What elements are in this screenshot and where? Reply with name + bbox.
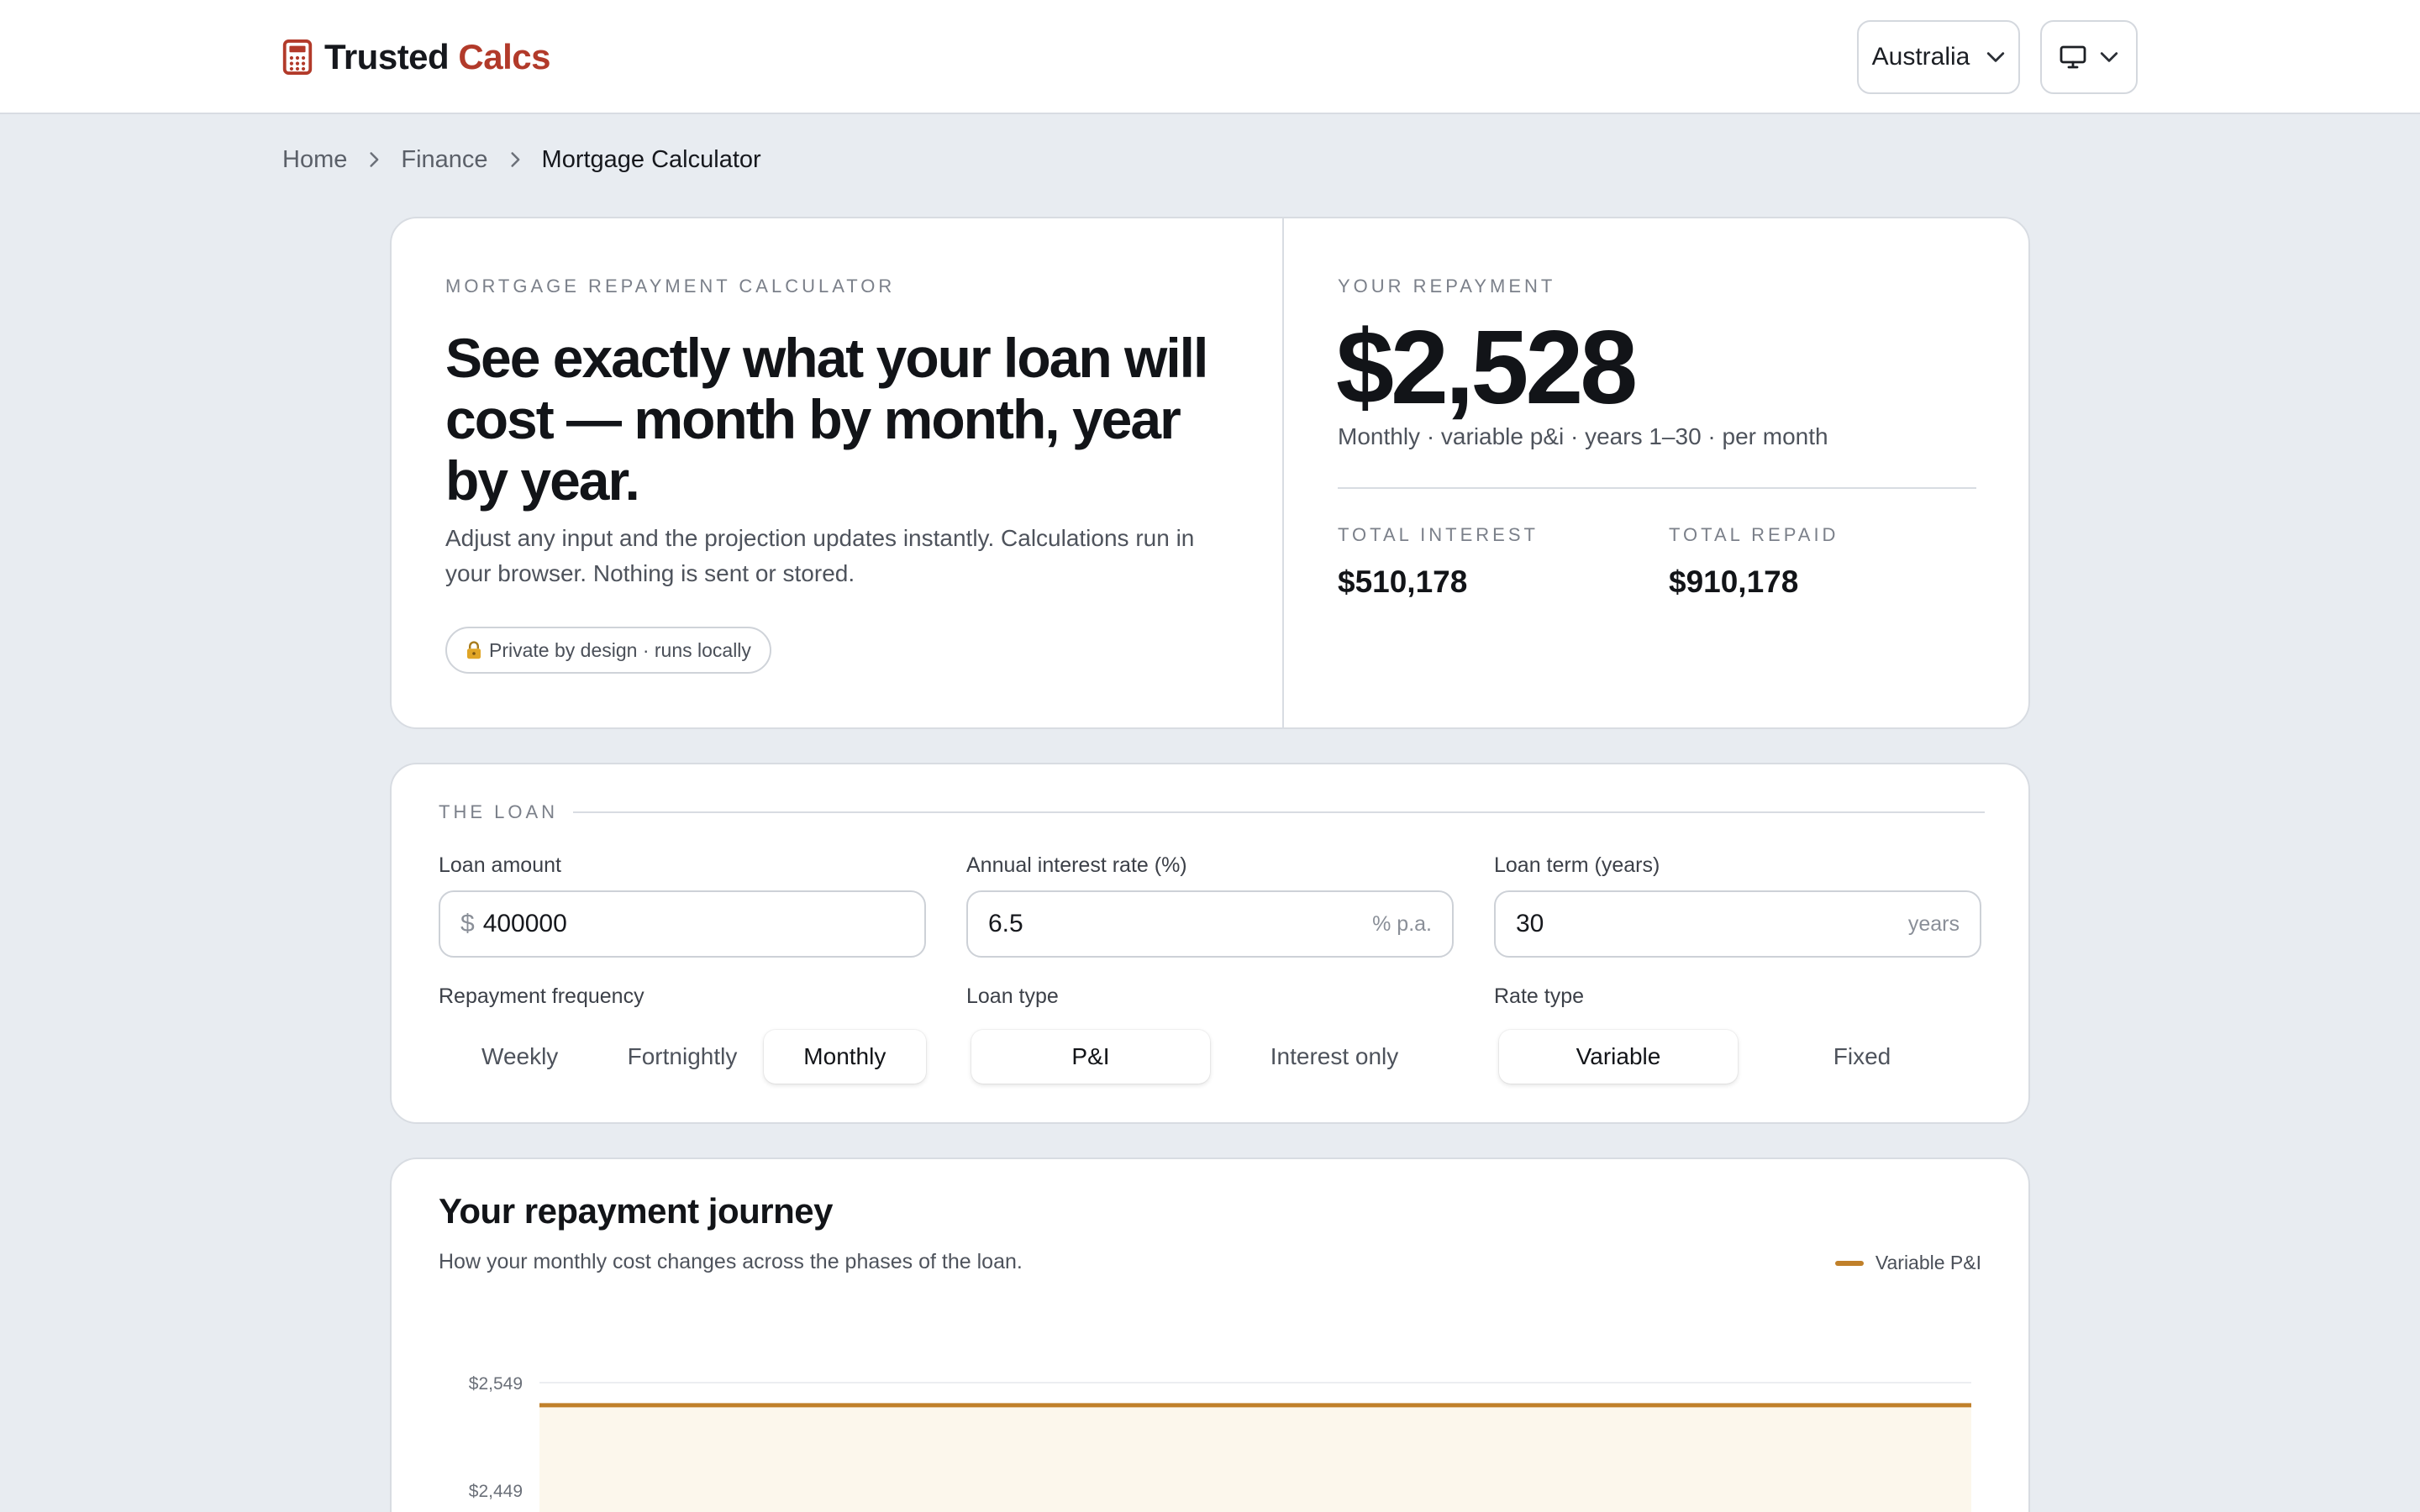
frequency-toggle: Weekly Fortnightly Monthly xyxy=(439,1028,926,1085)
total-repaid-stat: TOTAL REPAID $910,178 xyxy=(1669,524,1839,600)
loan-term-label: Loan term (years) xyxy=(1494,853,1660,877)
repayment-summary: YOUR REPAYMENT $2,528 Monthly · variable… xyxy=(1284,218,2030,727)
legend-label: Variable P&I xyxy=(1875,1252,1981,1273)
privacy-badge-text: Private by design · runs locally xyxy=(489,638,751,661)
monitor-icon xyxy=(2060,45,2086,69)
loan-type-label: Loan type xyxy=(966,984,1059,1008)
total-interest-value: $510,178 xyxy=(1338,564,1468,599)
repayment-journey-card: Your repayment journey How your monthly … xyxy=(390,1158,2030,1512)
hero-description: Adjust any input and the projection upda… xyxy=(445,525,1195,586)
hero-eyebrow: MORTGAGE REPAYMENT CALCULATOR xyxy=(445,276,896,297)
breadcrumb-current: Mortgage Calculator xyxy=(541,145,761,173)
total-repaid-value: $910,178 xyxy=(1669,564,1799,599)
page-title: See exactly what your loan will cost — m… xyxy=(445,327,1208,512)
total-interest-stat: TOTAL INTEREST $510,178 xyxy=(1338,524,1539,600)
repayment-amount: $2,528 xyxy=(1336,310,1638,426)
repayment-eyebrow: YOUR REPAYMENT xyxy=(1338,276,1556,297)
loan-type-option-interest-only[interactable]: Interest only xyxy=(1215,1030,1454,1084)
frequency-label: Repayment frequency xyxy=(439,984,644,1008)
country-select[interactable]: Australia xyxy=(1857,20,2020,94)
breadcrumb: Home Finance Mortgage Calculator xyxy=(282,144,761,175)
frequency-option-fortnightly[interactable]: Fortnightly xyxy=(601,1030,763,1084)
loan-amount-label: Loan amount xyxy=(439,853,561,877)
total-interest-label: TOTAL INTEREST xyxy=(1338,524,1539,545)
breadcrumb-home-link[interactable]: Home xyxy=(282,146,347,174)
chevron-right-icon xyxy=(510,152,519,167)
chevron-down-icon xyxy=(2100,52,2118,62)
interest-rate-input[interactable]: 6.5 % p.a. xyxy=(966,890,1454,958)
series-area xyxy=(539,1404,1971,1512)
chevron-down-icon xyxy=(1987,52,2005,62)
loan-inputs-card: THE LOAN Loan amount $ 400000 Annual int… xyxy=(390,763,2030,1124)
journey-subtitle: How your monthly cost changes across the… xyxy=(439,1250,1023,1273)
loan-term-value[interactable]: 30 xyxy=(1516,910,1908,938)
chart-legend: Variable P&I xyxy=(1834,1252,1981,1274)
loan-type-option-pi[interactable]: P&I xyxy=(971,1030,1210,1084)
rate-type-toggle: Variable Fixed xyxy=(1494,1028,1981,1085)
hero-intro: MORTGAGE REPAYMENT CALCULATOR See exactl… xyxy=(392,218,1284,727)
rate-type-option-fixed[interactable]: Fixed xyxy=(1743,1030,1981,1084)
frequency-option-monthly[interactable]: Monthly xyxy=(763,1030,926,1084)
y-tick-label: $2,449 xyxy=(469,1482,523,1501)
rate-type-label: Rate type xyxy=(1494,984,1585,1008)
loan-term-input[interactable]: 30 years xyxy=(1494,890,1981,958)
term-suffix: years xyxy=(1907,911,1960,936)
summary-divider xyxy=(1338,487,1976,489)
y-tick-label: $2,549 xyxy=(469,1374,523,1394)
interest-rate-label: Annual interest rate (%) xyxy=(966,853,1187,877)
country-label: Australia xyxy=(1871,43,1970,71)
breadcrumb-finance-link[interactable]: Finance xyxy=(401,146,487,174)
privacy-badge: Private by design · runs locally xyxy=(445,627,771,674)
hero-card: MORTGAGE REPAYMENT CALCULATOR See exactl… xyxy=(390,217,2030,729)
calculator-icon xyxy=(282,39,313,75)
legend-swatch xyxy=(1834,1260,1864,1266)
interest-rate-value[interactable]: 6.5 xyxy=(988,910,1372,938)
brand-name: Trusted Calcs xyxy=(324,37,550,76)
repayment-description: Monthly · variable p&i · years 1–30 · pe… xyxy=(1338,423,1828,449)
loan-type-toggle: P&I Interest only xyxy=(966,1028,1454,1085)
currency-prefix: $ xyxy=(460,910,475,937)
loan-section-header: THE LOAN xyxy=(439,801,1985,823)
loan-amount-input[interactable]: $ 400000 xyxy=(439,890,926,958)
journey-title: Your repayment journey xyxy=(439,1191,834,1231)
top-bar: Trusted Calcs Australia xyxy=(0,0,2420,114)
section-rule xyxy=(573,811,1985,813)
loan-amount-value[interactable]: 400000 xyxy=(483,910,904,938)
chevron-right-icon xyxy=(370,152,379,167)
lock-icon xyxy=(467,641,481,659)
loan-section-title: THE LOAN xyxy=(439,801,559,822)
repayment-chart: $2,549 $2,449 xyxy=(469,1374,1971,1512)
rate-type-option-variable[interactable]: Variable xyxy=(1499,1030,1738,1084)
rate-suffix: % p.a. xyxy=(1372,911,1432,936)
frequency-option-weekly[interactable]: Weekly xyxy=(439,1030,601,1084)
brand-logo[interactable]: Trusted Calcs xyxy=(282,35,550,79)
display-mode-select[interactable] xyxy=(2040,20,2138,94)
total-repaid-label: TOTAL REPAID xyxy=(1669,524,1839,545)
